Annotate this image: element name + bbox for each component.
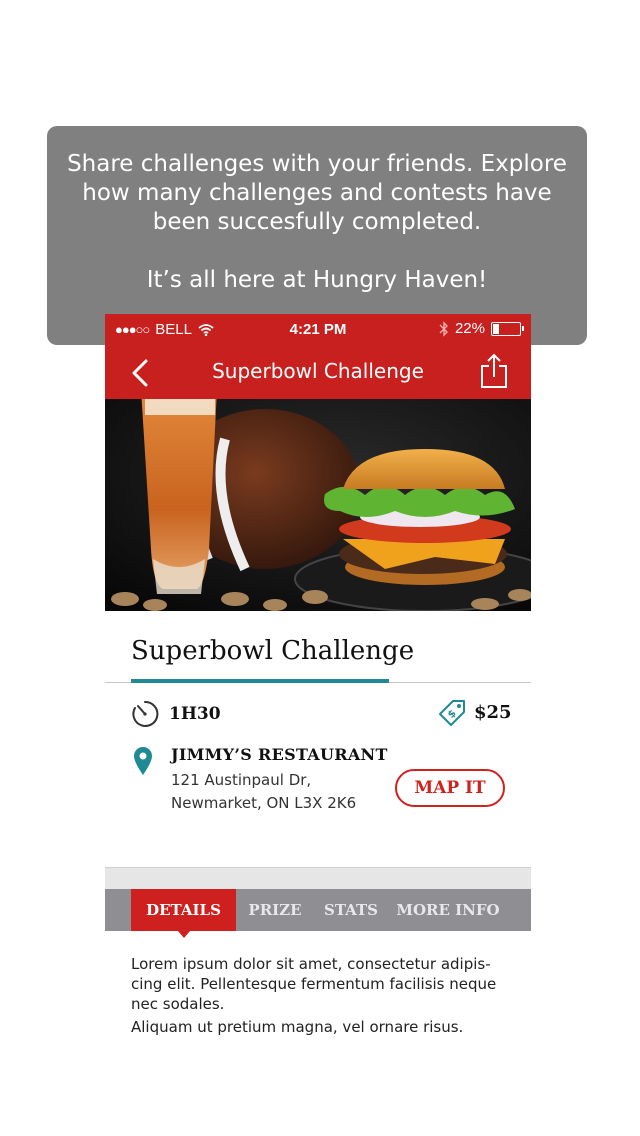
challenge-price: $25 (474, 702, 512, 723)
title-underline (131, 679, 389, 683)
challenge-photo (105, 399, 531, 611)
challenge-title: Superbowl Challenge (131, 636, 415, 666)
burger-beer-football-image (105, 399, 531, 611)
share-button[interactable] (479, 353, 509, 389)
tutorial-callout: Share challenges with your friends. Expl… (47, 126, 587, 345)
details-paragraph-1: Lorem ipsum dolor sit amet, consectetur … (131, 955, 497, 1013)
tab-more-info[interactable]: MORE INFO (395, 889, 501, 931)
nav-bar: Superbowl Challenge (105, 345, 531, 399)
price-tag-icon: $ (439, 700, 465, 726)
address-line-1: 121 Austinpaul Dr, (171, 771, 312, 789)
map-pin-icon (134, 747, 152, 775)
address-line-2: Newmarket, ON L3X 2K6 (171, 794, 357, 812)
tab-details[interactable]: DETAILS (131, 889, 236, 938)
timer-icon (132, 700, 159, 727)
status-bar: ●●●○○ BELL 4:21 PM 22% (105, 314, 531, 345)
bluetooth-icon (439, 320, 448, 337)
challenge-duration: 1H30 (169, 704, 221, 724)
map-it-button[interactable]: MAP IT (395, 769, 505, 807)
restaurant-name: JIMMY’S RESTAURANT (171, 745, 388, 764)
restaurant-address: 121 Austinpaul Dr, Newmarket, ON L3X 2K6 (171, 769, 356, 815)
callout-line-1: Share challenges with your friends. Expl… (67, 151, 567, 177)
callout-line-3: been succesfully completed. (152, 209, 482, 235)
tab-stats[interactable]: STATS (317, 889, 385, 931)
battery-icon (491, 321, 524, 336)
callout-tagline: It’s all here at Hungry Haven! (146, 267, 488, 293)
battery-percent: 22% (454, 320, 485, 337)
tab-prize[interactable]: PRIZE (243, 889, 307, 931)
phone-screen: ●●●○○ BELL 4:21 PM 22% Superbowl Challen… (105, 314, 531, 1036)
details-paragraph-2: Aliquam ut pretium magna, vel ornare ris… (131, 1018, 464, 1036)
callout-line-2: how many challenges and contests have (82, 180, 552, 206)
details-content: Lorem ipsum dolor sit amet, consectetur … (131, 954, 507, 1036)
tab-bar: DETAILS PRIZE STATS MORE INFO (105, 889, 531, 938)
nav-title: Superbowl Challenge (212, 359, 424, 383)
section-separator (105, 867, 531, 889)
